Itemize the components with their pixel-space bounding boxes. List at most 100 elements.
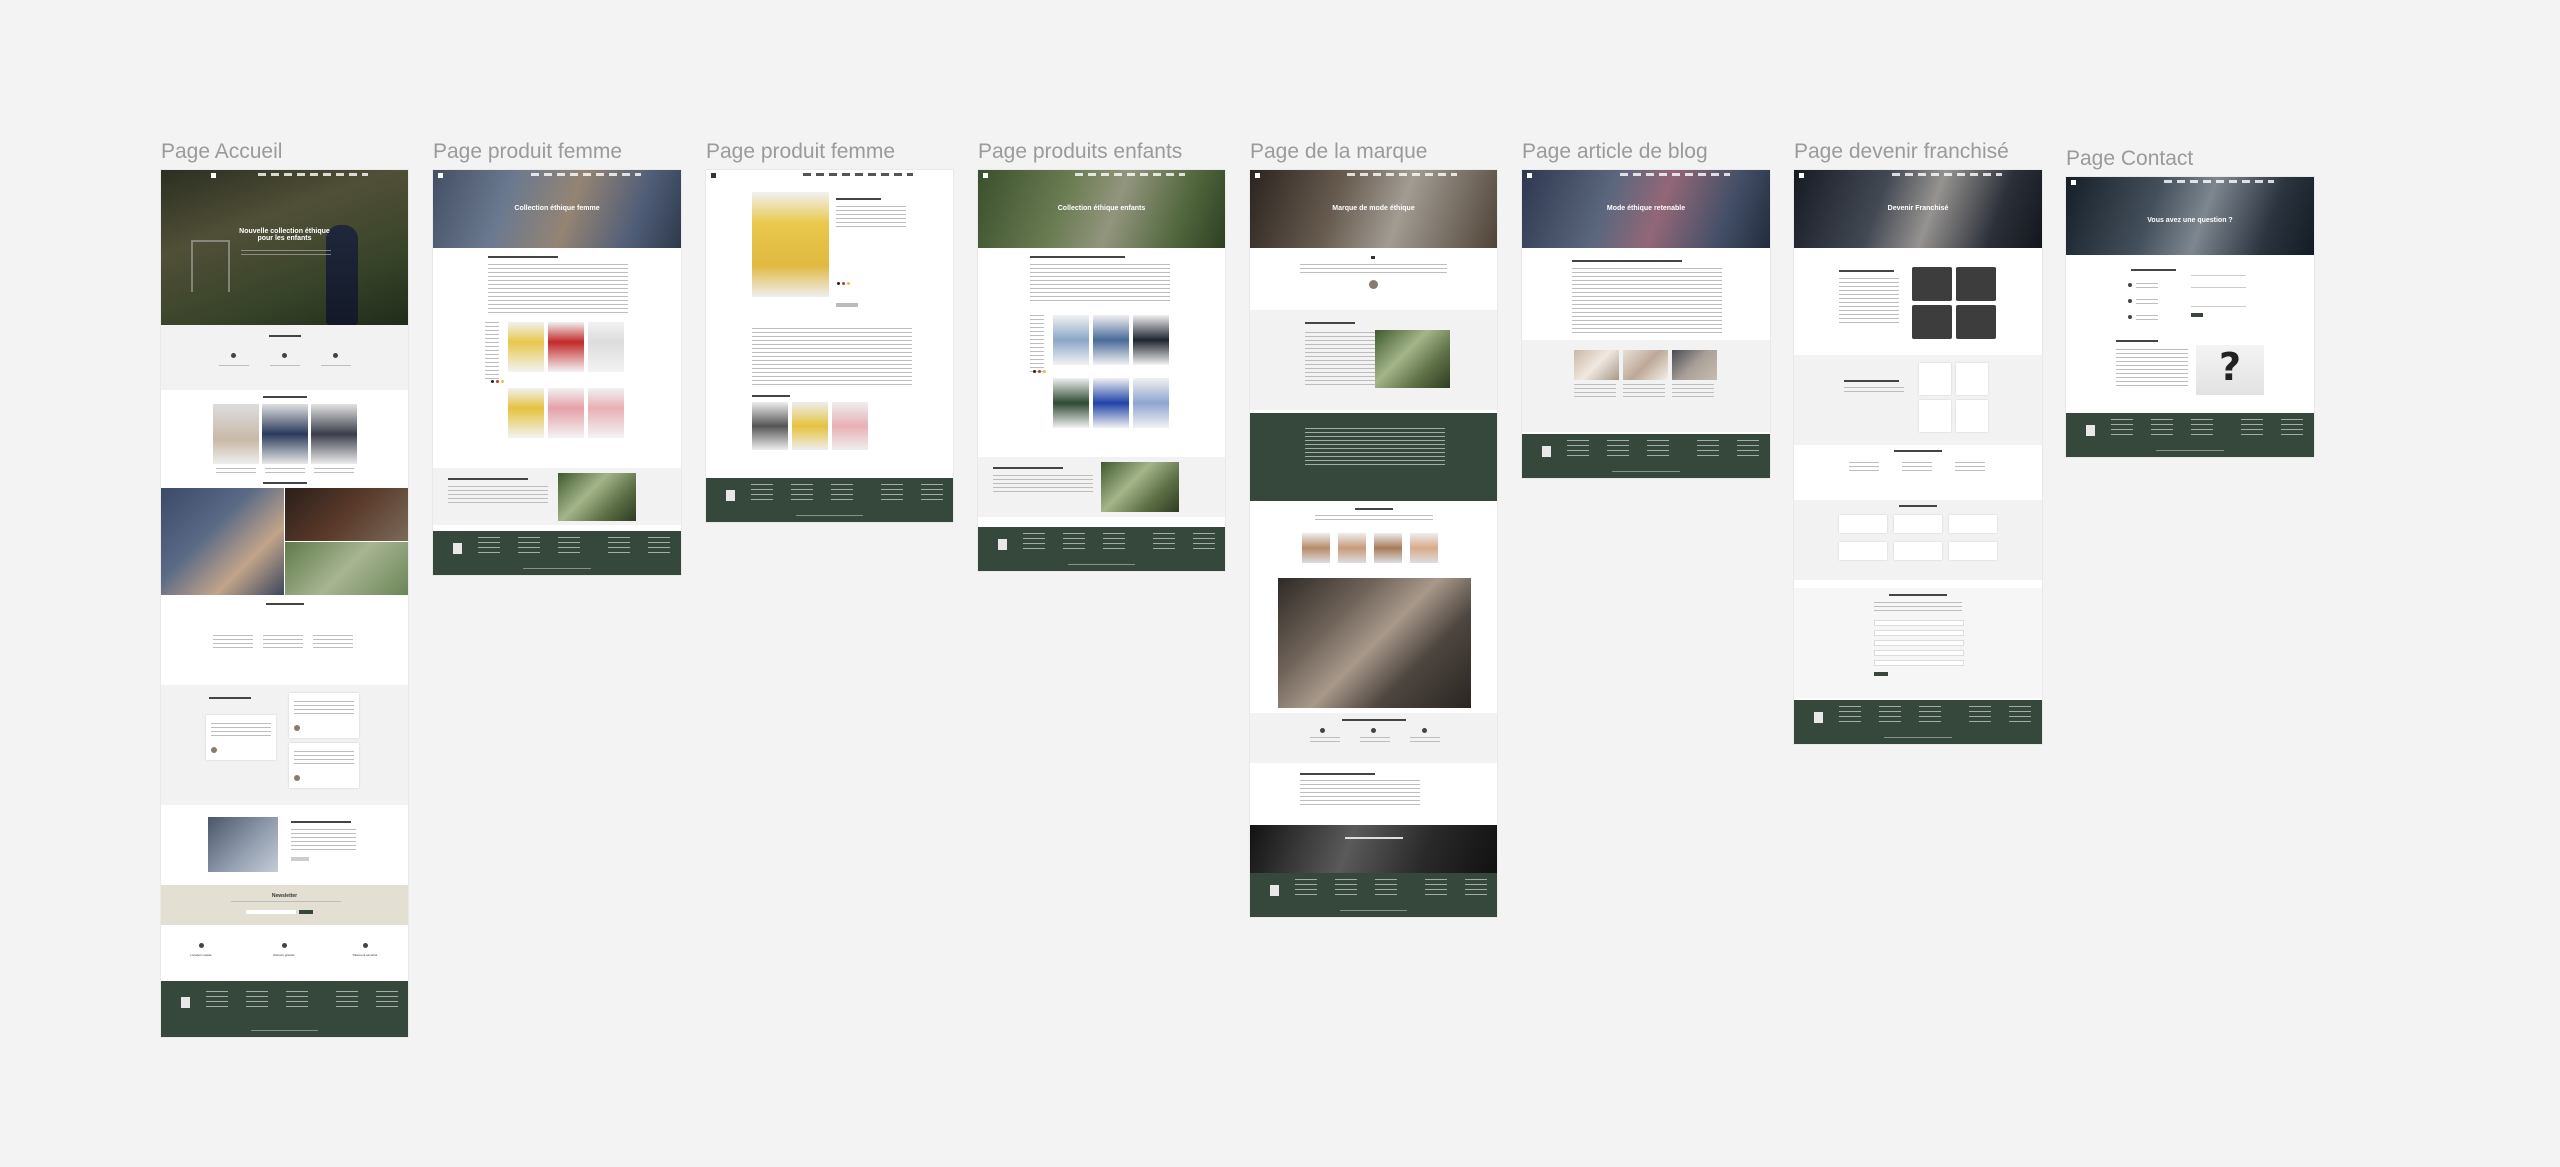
product-card[interactable]	[588, 388, 624, 438]
filters-sidebar[interactable]	[485, 322, 499, 382]
product-card[interactable]	[1053, 378, 1089, 428]
footer-logo-icon	[1270, 885, 1279, 896]
site-footer	[1250, 873, 1497, 917]
product-card[interactable]	[262, 404, 308, 464]
brand-feature-image	[1278, 578, 1471, 708]
about-section	[161, 805, 408, 885]
product-card[interactable]	[508, 388, 544, 438]
related-post-image[interactable]	[1623, 350, 1668, 380]
product-card[interactable]	[508, 322, 544, 372]
filters-sidebar[interactable]	[1030, 315, 1044, 375]
product-card[interactable]	[588, 322, 624, 372]
contact-message-field[interactable]	[2191, 296, 2246, 307]
logo-icon[interactable]	[1527, 173, 1532, 178]
footer-logo-icon	[726, 490, 735, 501]
frame-label-produits-enfants: Page produits enfants	[978, 140, 1183, 163]
related-post-image[interactable]	[1672, 350, 1717, 380]
contact-name-field[interactable]	[2191, 272, 2246, 276]
product-card[interactable]	[548, 388, 584, 438]
team-member	[1410, 533, 1438, 563]
frame-page-contact[interactable]: Vous avez une question ? ?	[2066, 177, 2314, 457]
logo-icon[interactable]	[1255, 173, 1260, 178]
values-section	[161, 325, 408, 390]
logo-icon[interactable]	[983, 173, 988, 178]
form-field[interactable]	[1874, 660, 1964, 666]
features-section: Livraison rapide Retours gratuits Paieme…	[161, 925, 408, 981]
product-card[interactable]	[311, 404, 357, 464]
contact-email-field[interactable]	[2191, 284, 2246, 288]
hanger-icon	[282, 353, 287, 358]
frame-page-accueil[interactable]: Nouvelle collection éthique pour les enf…	[161, 170, 408, 1037]
related-product[interactable]	[792, 402, 828, 450]
team-member	[1338, 533, 1366, 563]
frame-label-contact: Page Contact	[2066, 147, 2194, 170]
hero-section: Collection éthique enfants	[978, 170, 1225, 248]
categories-section	[161, 480, 408, 595]
main-nav[interactable]	[1250, 170, 1497, 180]
product-card[interactable]	[1093, 378, 1129, 428]
main-nav[interactable]	[161, 170, 408, 180]
form-field[interactable]	[1874, 650, 1964, 656]
main-nav[interactable]	[978, 170, 1225, 180]
main-nav[interactable]	[2066, 177, 2314, 187]
frame-page-produits-enfants[interactable]: Collection éthique enfants	[978, 170, 1225, 571]
form-field[interactable]	[1874, 620, 1964, 626]
frame-page-produit-femme[interactable]: Collection éthique femme	[433, 170, 681, 575]
commitments-section	[1250, 713, 1497, 763]
logo-icon[interactable]	[438, 173, 443, 178]
question-mark-icon: ?	[2218, 345, 2242, 389]
site-footer	[978, 527, 1225, 571]
hero-section: Nouvelle collection éthique pour les enf…	[161, 170, 408, 325]
product-card[interactable]	[1093, 315, 1129, 365]
main-nav[interactable]	[706, 170, 953, 180]
product-card[interactable]	[1133, 378, 1169, 428]
frame-page-marque[interactable]: Marque de mode éthique	[1250, 170, 1497, 917]
category-men[interactable]	[285, 488, 408, 541]
product-card[interactable]	[1133, 315, 1169, 365]
product-card[interactable]	[548, 322, 584, 372]
hero-title: Collection éthique femme	[514, 205, 600, 212]
about-button[interactable]	[291, 857, 309, 861]
logo-icon[interactable]	[1799, 173, 1804, 178]
testimonial-card	[206, 715, 276, 760]
hero-section: Mode éthique retenable	[1522, 170, 1770, 248]
lock-icon	[363, 943, 368, 948]
form-submit-button[interactable]	[1874, 672, 1888, 676]
footer-logo-icon	[998, 539, 1007, 550]
product-card[interactable]	[213, 404, 259, 464]
category-women[interactable]	[161, 488, 284, 595]
feature-label: Livraison rapide	[190, 953, 212, 957]
add-to-cart-button[interactable]	[836, 303, 858, 307]
feature-label: Paiement sécurisé	[352, 953, 378, 957]
newsletter-email-input[interactable]	[246, 910, 296, 914]
frame-page-blog[interactable]: Mode éthique retenable	[1522, 170, 1770, 478]
form-field[interactable]	[1874, 630, 1964, 636]
form-field[interactable]	[1874, 640, 1964, 646]
site-footer	[1794, 700, 2042, 744]
newsletter-submit-button[interactable]	[299, 910, 313, 914]
brand-story-image	[1375, 330, 1450, 388]
footer-logo-icon	[181, 997, 190, 1008]
brand-story-section	[1250, 310, 1497, 410]
related-post-image[interactable]	[1574, 350, 1619, 380]
main-nav[interactable]	[1522, 170, 1770, 180]
frame-page-produit-femme-detail[interactable]	[706, 170, 953, 522]
application-form-section	[1794, 588, 2042, 698]
logo-icon[interactable]	[711, 173, 716, 178]
frame-page-franchise[interactable]: Devenir Franchisé	[1794, 170, 2042, 744]
product-main-image[interactable]	[752, 192, 829, 297]
main-nav[interactable]	[1794, 170, 2042, 180]
logo-icon[interactable]	[211, 173, 216, 178]
logo-icon[interactable]	[2071, 180, 2076, 185]
site-footer	[161, 981, 408, 1037]
category-kids[interactable]	[285, 542, 408, 595]
advantage-card	[1956, 267, 1996, 301]
testimonial-card	[289, 693, 359, 738]
product-card[interactable]	[1053, 315, 1089, 365]
related-product[interactable]	[752, 402, 788, 450]
blog-preview-section	[161, 600, 408, 685]
frame-label-produit-femme-detail: Page produit femme	[706, 140, 896, 163]
main-nav[interactable]	[433, 170, 681, 180]
contact-submit-button[interactable]	[2191, 313, 2203, 317]
related-product[interactable]	[832, 402, 868, 450]
